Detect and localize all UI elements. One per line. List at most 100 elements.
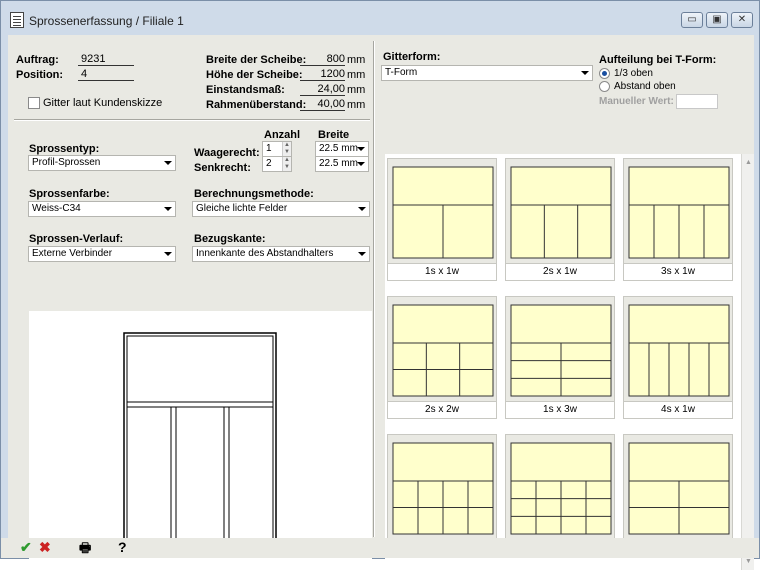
main-window: Sprossenerfassung / Filiale 1 ▭ ▣ ✕ Auft… bbox=[0, 0, 760, 570]
sprossenverlauf-label: Sprossen-Verlauf: bbox=[29, 233, 124, 245]
bezugskante-label: Bezugskante: bbox=[194, 233, 266, 245]
sprossentyp-label: Sprossentyp: bbox=[29, 143, 100, 155]
rahmen-label: Rahmenüberstand: bbox=[206, 99, 307, 111]
breite-header: Breite bbox=[318, 129, 350, 141]
preview-vertical-bar-2 bbox=[223, 406, 230, 543]
gitterform-label: Gitterform: bbox=[383, 51, 441, 63]
template-tile[interactable]: 2s x 1w bbox=[505, 158, 615, 281]
cancel-x-icon[interactable]: ✖ bbox=[39, 539, 51, 556]
chevron-down-icon bbox=[164, 207, 172, 211]
hoehe-field: 1200 bbox=[300, 68, 345, 81]
template-preview bbox=[392, 442, 494, 535]
template-preview bbox=[628, 442, 730, 535]
breite-field: 800 bbox=[300, 53, 345, 66]
einstand-field: 24,00 bbox=[300, 83, 345, 96]
template-label: 4s x 1w bbox=[624, 401, 732, 418]
preview-horizontal-bar bbox=[126, 401, 274, 408]
manuell-input[interactable] bbox=[676, 94, 718, 109]
template-preview bbox=[510, 442, 612, 535]
chevron-down-icon bbox=[358, 252, 366, 256]
senkrecht-label: Senkrecht: bbox=[194, 162, 251, 174]
bottom-toolbar: ✔ ✖ 🖶 ? bbox=[1, 538, 759, 558]
berechnungsmethode-select[interactable]: Gleiche lichte Felder bbox=[192, 201, 370, 217]
hoehe-unit: mm bbox=[347, 69, 366, 81]
chevron-down-icon bbox=[164, 252, 172, 256]
hoehe-label: Höhe der Scheibe: bbox=[206, 69, 303, 81]
template-preview bbox=[510, 166, 612, 259]
title-bar: Sprossenerfassung / Filiale 1 ▭ ▣ ✕ bbox=[1, 1, 759, 35]
template-label: 1s x 3w bbox=[506, 401, 614, 418]
preview-outer-frame bbox=[123, 332, 277, 546]
option-drittel-label: 1/3 oben bbox=[614, 68, 653, 79]
template-gallery: 1s x 1w 2s x 1w 3s x 1w 2s x 2w 1s x 3w 4s x … bbox=[385, 154, 741, 570]
close-button[interactable]: ✕ bbox=[731, 12, 753, 28]
template-tile[interactable]: 4s x 1w bbox=[623, 296, 733, 419]
einstand-label: Einstandsmaß: bbox=[206, 84, 285, 96]
spin-arrows-icon[interactable]: ▲ ▼ bbox=[282, 157, 291, 171]
template-frame bbox=[628, 304, 730, 397]
horizontal-divider bbox=[14, 119, 370, 121]
breite-label: Breite der Scheibe: bbox=[206, 54, 307, 66]
rahmen-unit: mm bbox=[347, 99, 366, 111]
senkrecht-breite-select[interactable]: 22.5 mm bbox=[315, 156, 369, 172]
scroll-up-icon[interactable]: ▲ bbox=[745, 159, 752, 166]
accept-check-icon[interactable]: ✔ bbox=[20, 539, 32, 556]
spin-arrows-icon[interactable]: ▲ ▼ bbox=[282, 142, 291, 156]
window-title: Sprossenerfassung / Filiale 1 bbox=[29, 14, 184, 28]
chevron-down-icon bbox=[358, 207, 366, 211]
sprossenverlauf-select[interactable]: Externe Verbinder bbox=[28, 246, 176, 262]
chevron-down-icon bbox=[581, 71, 589, 75]
chevron-down-icon bbox=[164, 161, 172, 165]
sprossentyp-select[interactable]: Profil-Sprossen bbox=[28, 155, 176, 171]
auftrag-field: 9231 bbox=[78, 53, 134, 66]
template-label: 2s x 2w bbox=[388, 401, 496, 418]
bezugskante-select[interactable]: Innenkante des Abstandhalters bbox=[192, 246, 370, 262]
template-tile[interactable]: 1s x 3w bbox=[505, 296, 615, 419]
option-abstand-radio[interactable] bbox=[599, 81, 610, 92]
sprossenfarbe-select[interactable]: Weiss-C34 bbox=[28, 201, 176, 217]
scroll-down-icon[interactable]: ▼ bbox=[745, 558, 752, 565]
template-preview bbox=[392, 304, 494, 397]
position-field: 4 bbox=[78, 68, 134, 81]
option-abstand-label: Abstand oben bbox=[614, 81, 676, 92]
option-drittel-radio[interactable] bbox=[599, 68, 610, 79]
template-frame bbox=[510, 166, 612, 259]
waagerecht-breite-select[interactable]: 22.5 mm bbox=[315, 141, 369, 157]
template-preview bbox=[510, 304, 612, 397]
senkrecht-anzahl-stepper[interactable]: 2 ▲ ▼ bbox=[262, 156, 292, 172]
maximize-button[interactable]: ▣ bbox=[706, 12, 728, 28]
rahmen-field: 40,00 bbox=[300, 98, 345, 111]
minimize-button[interactable]: ▭ bbox=[681, 12, 703, 28]
template-preview bbox=[392, 166, 494, 259]
template-frame bbox=[392, 304, 494, 397]
waagerecht-anzahl-stepper[interactable]: 1 ▲ ▼ bbox=[262, 141, 292, 157]
window-preview bbox=[29, 311, 372, 570]
sprossenfarbe-label: Sprossenfarbe: bbox=[29, 188, 110, 200]
chevron-down-icon bbox=[357, 162, 365, 166]
kundenskizze-checkbox[interactable] bbox=[28, 97, 40, 109]
anzahl-header: Anzahl bbox=[264, 129, 301, 141]
template-tile[interactable]: 1s x 1w bbox=[387, 158, 497, 281]
gitterform-select[interactable]: T-Form bbox=[381, 65, 593, 81]
template-preview bbox=[628, 166, 730, 259]
einstand-unit: mm bbox=[347, 84, 366, 96]
auftrag-label: Auftrag: bbox=[16, 54, 59, 66]
preview-vertical-bar-1 bbox=[170, 406, 177, 543]
template-label: 2s x 1w bbox=[506, 263, 614, 280]
chevron-down-icon bbox=[357, 147, 365, 151]
template-tile[interactable]: 3s x 1w bbox=[623, 158, 733, 281]
document-icon bbox=[10, 12, 24, 28]
breite-unit: mm bbox=[347, 54, 366, 66]
waagerecht-label: Waagerecht: bbox=[194, 147, 260, 159]
template-preview bbox=[628, 304, 730, 397]
help-icon[interactable]: ? bbox=[118, 539, 127, 555]
template-label: 3s x 1w bbox=[624, 263, 732, 280]
vertical-divider bbox=[373, 41, 375, 537]
template-label: 1s x 1w bbox=[388, 263, 496, 280]
form-client-area: Auftrag: 9231 Position: 4 Gitter laut Ku… bbox=[8, 35, 754, 570]
gallery-scrollbar[interactable]: ▲ ▼ bbox=[741, 154, 754, 570]
template-tile[interactable]: 2s x 2w bbox=[387, 296, 497, 419]
print-icon[interactable]: 🖶 bbox=[79, 539, 91, 561]
aufteilung-label: Aufteilung bei T-Form: bbox=[599, 54, 717, 66]
kundenskizze-label: Gitter laut Kundenskizze bbox=[43, 97, 163, 109]
